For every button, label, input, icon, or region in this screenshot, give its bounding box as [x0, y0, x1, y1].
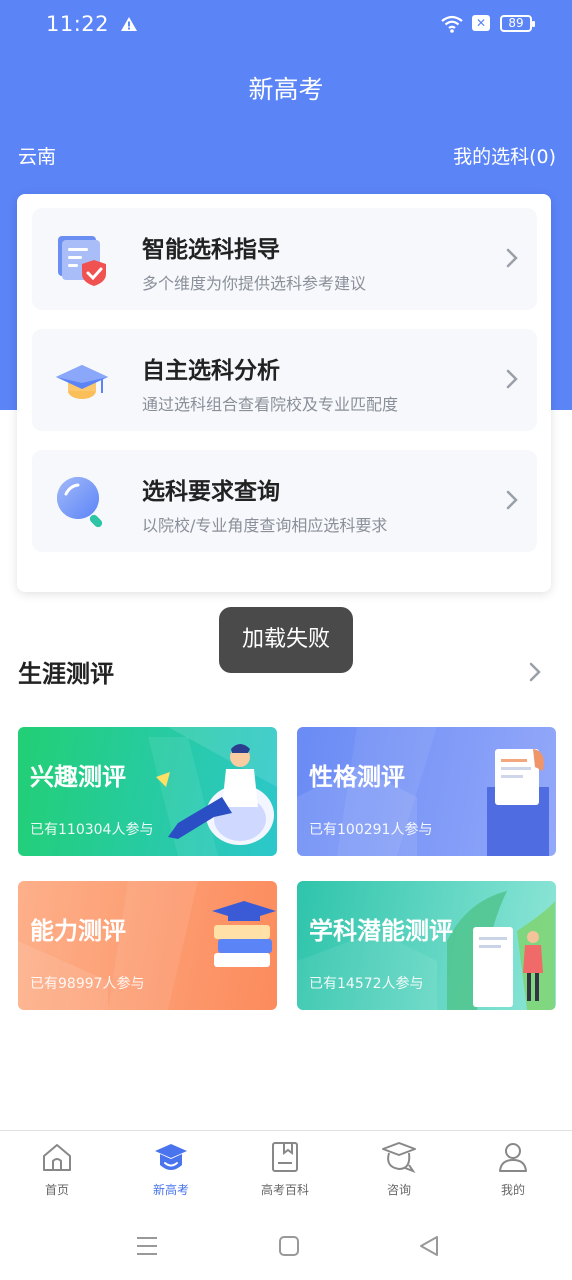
tab-mine[interactable]: 我的	[456, 1141, 570, 1198]
section-title-career: 生涯测评	[18, 660, 114, 688]
consult-cap-icon	[381, 1142, 417, 1177]
chevron-right-icon	[505, 367, 519, 395]
chevron-right-icon[interactable]	[528, 660, 542, 688]
bottom-tab-bar: 首页 新高考 高考百科 咨询 我的	[0, 1130, 572, 1216]
menu-item-subtitle: 以院校/专业角度查询相应选科要求	[142, 516, 388, 535]
system-navigation-bar	[0, 1216, 572, 1280]
subject-selection-card: 智能选科指导 多个维度为你提供选科参考建议 自主选科分析 通过选科组合查看院校及…	[17, 194, 551, 592]
participant-count: 已有110304人参与	[30, 822, 154, 838]
tab-label: 新高考	[152, 1183, 189, 1197]
menu-item-title: 自主选科分析	[142, 358, 280, 384]
menu-item-self-analysis[interactable]: 自主选科分析 通过选科组合查看院校及专业匹配度	[32, 329, 537, 431]
back-triangle-icon[interactable]	[418, 1234, 440, 1262]
magnifier-icon	[54, 474, 110, 530]
graduation-cap-icon	[54, 353, 110, 409]
app-screen: 11:22 ✕ 89 新高考 云南 我的选科(0) 智能选科指导 多个维度为你提…	[0, 0, 572, 1280]
menu-item-subtitle: 通过选科组合查看院校及专业匹配度	[142, 395, 399, 414]
participant-count: 已有100291人参与	[309, 822, 433, 838]
region-selector[interactable]: 云南	[18, 142, 56, 169]
test-name: 能力测评	[30, 917, 126, 945]
home-icon	[41, 1144, 73, 1177]
menu-item-subtitle: 多个维度为你提供选科参考建议	[142, 274, 367, 293]
error-toast: 加载失败	[219, 607, 353, 673]
tab-label: 咨询	[386, 1183, 411, 1197]
menu-item-title: 选科要求查询	[142, 479, 280, 505]
battery-indicator: 89	[500, 15, 535, 32]
tab-home[interactable]: 首页	[0, 1141, 114, 1198]
test-card-interest[interactable]: 兴趣测评 已有110304人参与	[18, 727, 277, 856]
menu-lines-icon[interactable]	[136, 1236, 158, 1260]
mortarboard-smile-icon	[153, 1144, 189, 1177]
tab-encyclopedia[interactable]: 高考百科	[228, 1141, 342, 1198]
test-card-personality[interactable]: 性格测评 已有100291人参与	[297, 727, 556, 856]
chevron-right-icon	[505, 488, 519, 516]
test-card-subject-potential[interactable]: 学科潜能测评 已有14572人参与	[297, 881, 556, 1010]
menu-item-title: 智能选科指导	[142, 237, 280, 263]
participant-count: 已有14572人参与	[309, 976, 424, 992]
book-icon	[269, 1142, 301, 1177]
menu-item-smart-guide[interactable]: 智能选科指导 多个维度为你提供选科参考建议	[32, 208, 537, 310]
home-square-icon[interactable]	[278, 1235, 300, 1261]
test-name: 学科潜能测评	[309, 917, 453, 945]
no-sim-icon: ✕	[472, 15, 490, 31]
tab-label: 高考百科	[260, 1183, 309, 1197]
tab-label: 我的	[500, 1183, 525, 1197]
tab-consult[interactable]: 咨询	[342, 1141, 456, 1198]
tab-new-gaokao[interactable]: 新高考	[114, 1141, 228, 1198]
status-bar: 11:22 ✕ 89	[0, 0, 572, 52]
tab-label: 首页	[44, 1183, 69, 1197]
page-title: 新高考	[248, 75, 324, 104]
status-time: 11:22	[46, 12, 110, 36]
warning-icon	[120, 16, 138, 36]
wifi-icon	[440, 14, 464, 38]
person-icon	[497, 1143, 529, 1177]
participant-count: 已有98997人参与	[30, 976, 145, 992]
my-selection-link[interactable]: 我的选科(0)	[453, 142, 556, 169]
test-name: 性格测评	[309, 763, 405, 791]
chevron-right-icon	[505, 246, 519, 274]
document-shield-icon	[54, 232, 110, 288]
menu-item-requirement-query[interactable]: 选科要求查询 以院校/专业角度查询相应选科要求	[32, 450, 537, 552]
test-name: 兴趣测评	[30, 763, 126, 791]
test-card-ability[interactable]: 能力测评 已有98997人参与	[18, 881, 277, 1010]
